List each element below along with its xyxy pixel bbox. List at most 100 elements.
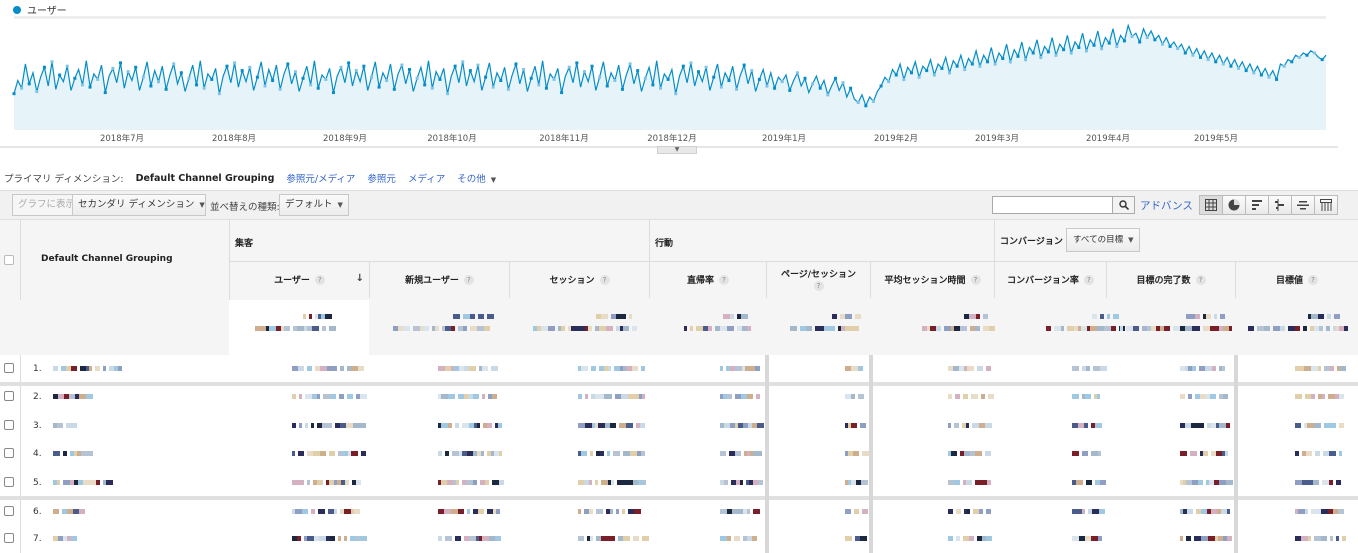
data-point[interactable]: [666, 77, 670, 81]
help-icon[interactable]: ?: [463, 274, 474, 285]
data-point[interactable]: [940, 66, 944, 70]
data-point[interactable]: [446, 92, 450, 96]
data-point[interactable]: [1275, 77, 1279, 81]
data-point[interactable]: [628, 62, 632, 66]
data-point[interactable]: [103, 91, 107, 95]
chart-collapse-handle[interactable]: ▼: [657, 146, 697, 154]
data-point[interactable]: [826, 93, 830, 97]
metric-header-bounce-rate[interactable]: 直帰率?: [649, 261, 766, 298]
data-point[interactable]: [255, 75, 259, 79]
data-point[interactable]: [149, 84, 153, 88]
dimension-link-source[interactable]: 参照元: [367, 171, 396, 185]
help-icon[interactable]: ?: [1083, 274, 1094, 285]
data-point[interactable]: [1077, 46, 1081, 49]
data-point[interactable]: [1054, 53, 1058, 57]
data-point[interactable]: [400, 63, 404, 67]
search-input[interactable]: [995, 198, 1113, 212]
data-point[interactable]: [757, 77, 761, 81]
data-point[interactable]: [1290, 60, 1294, 64]
data-point[interactable]: [301, 76, 305, 80]
data-point[interactable]: [598, 75, 602, 79]
help-icon[interactable]: ?: [719, 274, 729, 285]
data-point[interactable]: [1206, 58, 1210, 62]
data-point[interactable]: [803, 76, 807, 80]
data-point[interactable]: [453, 64, 457, 68]
data-point[interactable]: [948, 71, 952, 75]
data-point[interactable]: [742, 63, 746, 67]
help-icon[interactable]: ?: [1308, 274, 1318, 285]
table-row[interactable]: 1.: [0, 355, 1358, 383]
data-point[interactable]: [324, 77, 328, 81]
metric-header-sessions[interactable]: セッション?: [509, 261, 649, 298]
metric-header-avg-session-duration[interactable]: 平均セッション時間?: [870, 261, 994, 298]
data-point[interactable]: [986, 60, 990, 64]
data-point[interactable]: [963, 68, 967, 71]
table-row[interactable]: 2.: [0, 383, 1358, 411]
search-button[interactable]: [1112, 197, 1134, 213]
data-point[interactable]: [833, 76, 837, 80]
table-row[interactable]: 4.: [0, 440, 1358, 468]
data-point[interactable]: [73, 76, 77, 80]
data-point[interactable]: [1016, 54, 1020, 58]
data-point[interactable]: [849, 86, 853, 90]
data-point[interactable]: [620, 87, 624, 91]
data-point[interactable]: [552, 77, 556, 81]
data-point[interactable]: [1305, 53, 1309, 57]
row-checkbox[interactable]: [4, 448, 14, 458]
data-point[interactable]: [811, 82, 815, 86]
data-point[interactable]: [1297, 55, 1301, 59]
data-point[interactable]: [894, 73, 898, 77]
view-pivot-button[interactable]: [1314, 195, 1338, 215]
data-point[interactable]: [111, 66, 115, 70]
sort-type-dropdown[interactable]: デフォルト ▼: [279, 194, 349, 216]
table-row[interactable]: 7.: [0, 525, 1358, 553]
data-point[interactable]: [202, 86, 206, 90]
data-point[interactable]: [856, 101, 860, 104]
advanced-filter-link[interactable]: アドバンス: [1140, 198, 1193, 213]
data-point[interactable]: [134, 65, 138, 69]
data-point[interactable]: [544, 86, 548, 90]
data-point[interactable]: [179, 71, 183, 75]
data-point[interactable]: [42, 65, 46, 69]
data-point[interactable]: [1092, 43, 1096, 47]
help-icon[interactable]: ?: [970, 274, 981, 285]
data-point[interactable]: [1320, 58, 1324, 62]
data-point[interactable]: [978, 64, 982, 68]
data-point[interactable]: [925, 69, 929, 73]
data-point[interactable]: [385, 79, 389, 82]
data-point[interactable]: [35, 90, 39, 93]
data-point[interactable]: [278, 87, 282, 91]
data-point[interactable]: [514, 62, 518, 66]
row-checkbox[interactable]: [4, 420, 14, 430]
data-point[interactable]: [141, 75, 145, 79]
data-point[interactable]: [932, 73, 936, 77]
data-point[interactable]: [50, 60, 54, 64]
data-point[interactable]: [293, 70, 297, 74]
data-point[interactable]: [780, 80, 784, 84]
data-point[interactable]: [1313, 51, 1317, 55]
metric-header-conversion-rate[interactable]: コンバージョン率?: [994, 261, 1106, 298]
view-term-cloud-button[interactable]: [1291, 195, 1315, 215]
data-point[interactable]: [1252, 71, 1256, 75]
data-point[interactable]: [461, 60, 465, 64]
row-checkbox[interactable]: [4, 533, 14, 543]
goal-select-dropdown[interactable]: すべての目標 ▼: [1066, 228, 1141, 252]
data-point[interactable]: [1107, 41, 1111, 45]
help-icon[interactable]: ?: [1195, 274, 1206, 285]
data-point[interactable]: [1031, 51, 1035, 55]
data-point[interactable]: [750, 69, 754, 73]
data-point[interactable]: [362, 64, 366, 68]
data-point[interactable]: [126, 70, 130, 74]
data-point[interactable]: [1039, 55, 1043, 59]
data-point[interactable]: [377, 85, 381, 89]
data-point[interactable]: [887, 80, 891, 84]
data-point[interactable]: [1046, 50, 1050, 54]
data-point[interactable]: [567, 65, 571, 69]
data-point[interactable]: [240, 69, 244, 73]
data-point[interactable]: [1130, 35, 1134, 38]
data-point[interactable]: [347, 61, 351, 65]
plot-rows-button[interactable]: グラフに表示: [12, 194, 82, 216]
data-point[interactable]: [309, 83, 313, 87]
data-point[interactable]: [195, 83, 199, 87]
data-point[interactable]: [172, 62, 176, 66]
